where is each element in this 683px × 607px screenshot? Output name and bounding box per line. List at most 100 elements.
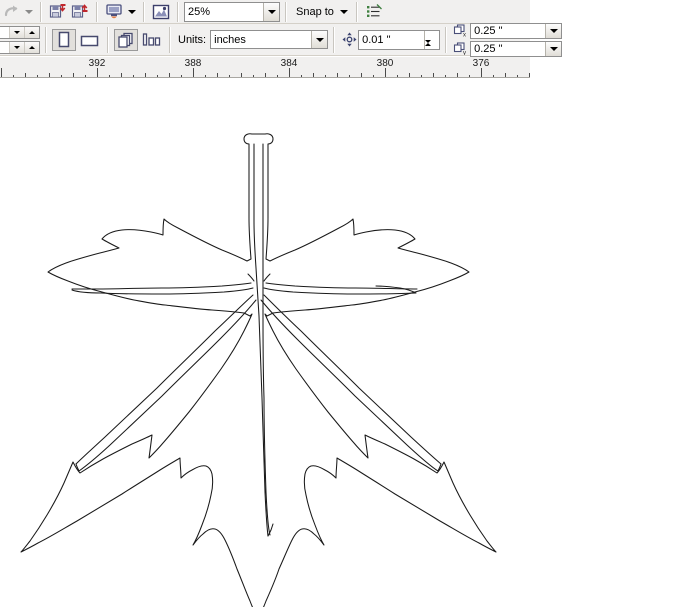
duplicate-distance-x-icon: x	[452, 24, 467, 37]
maple-leaf-outline[interactable]	[0, 78, 683, 607]
leaf-center-node-right	[263, 273, 271, 282]
svg-text:x: x	[463, 33, 466, 38]
portrait-orientation-icon[interactable]	[52, 28, 76, 51]
leaf-vein-lower-left-a	[75, 294, 254, 465]
units-label: Units:	[178, 33, 207, 46]
publish-dropdown-button[interactable]	[125, 2, 138, 22]
ruler-minor-tick	[277, 75, 278, 77]
nudge-distance-spinner[interactable]: 0.01 "	[358, 29, 441, 55]
ruler-label: 376	[472, 58, 490, 69]
chevron-down-icon	[549, 28, 558, 33]
ruler-minor-tick	[493, 75, 494, 77]
ruler-minor-tick	[229, 75, 230, 77]
ruler-minor-tick	[85, 75, 86, 77]
export-icon[interactable]	[69, 2, 91, 22]
units-combo[interactable]: inches	[210, 30, 329, 49]
ruler-label: 380	[376, 58, 394, 69]
toolbar-separator	[107, 26, 109, 53]
chevron-down-icon	[549, 46, 558, 51]
ruler-minor-tick	[517, 75, 518, 77]
chevron-down-icon	[127, 9, 136, 14]
options-list-icon[interactable]	[363, 2, 385, 22]
ruler-minor-tick	[121, 73, 122, 77]
ruler-label: 384	[280, 58, 298, 69]
ruler-minor-tick	[457, 73, 458, 77]
chevron-down-icon	[425, 39, 432, 55]
ruler-minor-tick	[529, 73, 530, 77]
ruler-minor-tick	[109, 75, 110, 77]
ruler-minor-tick	[325, 75, 326, 77]
toolbar-chrome: 25% Snap to Units: inches 0.01 " x 0.25 …	[0, 0, 563, 57]
units-value: inches	[214, 33, 246, 46]
duplicate-y-dropdown-button[interactable]	[545, 41, 562, 56]
nudge-offset-icon	[340, 30, 358, 50]
ruler-minor-tick	[61, 75, 62, 77]
page-size-spinners	[0, 24, 40, 56]
zoom-level-combo[interactable]: 25%	[184, 1, 280, 22]
import-icon[interactable]	[47, 2, 69, 22]
ruler-minor-tick	[337, 73, 338, 77]
ruler-major-tick	[385, 68, 386, 77]
nudge-spin-buttons[interactable]	[424, 30, 439, 55]
chevron-up-icon	[29, 30, 35, 34]
nudge-down-button[interactable]	[425, 39, 439, 55]
ruler-minor-tick	[409, 73, 410, 77]
horizontal-ruler[interactable]: 392 388 384 380 376	[0, 57, 530, 78]
page-height-up-button[interactable]	[24, 41, 39, 53]
ruler-minor-tick	[157, 75, 158, 77]
redo-arrow-icon[interactable]	[0, 2, 22, 22]
nudge-distance-value: 0.01 "	[362, 33, 391, 46]
drawing-canvas[interactable]	[0, 78, 683, 607]
leaf-center-node-left	[247, 273, 255, 282]
page-width-spinner[interactable]	[0, 25, 40, 39]
ruler-minor-tick	[397, 75, 398, 77]
page-height-spinner[interactable]	[0, 40, 40, 54]
toolbar-separator	[143, 1, 145, 22]
ruler-minor-tick	[145, 73, 146, 77]
duplicate-distance-y-combo[interactable]: 0.25 "	[470, 40, 563, 57]
leaf-vein-lower-right-b	[260, 299, 442, 472]
redo-dropdown-button[interactable]	[22, 2, 35, 22]
ruler-minor-tick	[253, 75, 254, 77]
toolbar-separator	[333, 26, 336, 53]
page-width-down-button[interactable]	[9, 26, 24, 38]
publish-to-pdf-icon[interactable]	[103, 2, 125, 22]
current-page-only-icon[interactable]	[138, 29, 164, 51]
page-width-up-button[interactable]	[24, 26, 39, 38]
chevron-down-icon	[340, 9, 349, 14]
ruler-minor-tick	[73, 73, 74, 77]
ruler-minor-tick	[313, 73, 314, 77]
zoom-level-value: 25%	[188, 5, 211, 18]
application-launcher-icon[interactable]	[150, 2, 172, 22]
toolbar-separator	[40, 1, 42, 22]
toolbar-separator	[445, 26, 448, 53]
leaf-vein-lower-right-a	[263, 294, 442, 465]
ruler-minor-tick	[361, 73, 362, 77]
duplicate-distance-y-icon: y	[452, 42, 467, 55]
toolbar-separator	[45, 26, 47, 53]
ruler-minor-tick	[241, 73, 242, 77]
property-bar: Units: inches 0.01 " x 0.25 " y 0.25 "	[0, 22, 563, 57]
zoom-dropdown-button[interactable]	[263, 2, 279, 21]
landscape-orientation-icon[interactable]	[76, 29, 102, 51]
leaf-vein-lower-left-b	[75, 299, 257, 472]
leaf-vein-right-upper-a	[265, 282, 418, 290]
duplicate-distance-x-value: 0.25 "	[474, 24, 503, 37]
toolbar-separator	[96, 1, 98, 22]
ruler-minor-tick	[421, 75, 422, 77]
units-dropdown-button[interactable]	[311, 31, 328, 48]
page-height-down-button[interactable]	[9, 41, 24, 53]
duplicate-x-dropdown-button[interactable]	[545, 23, 562, 38]
duplicate-distance-y-value: 0.25 "	[474, 42, 503, 55]
ruler-minor-tick	[373, 75, 374, 77]
ruler-minor-tick	[205, 75, 206, 77]
leaf-outer-contour	[20, 133, 497, 607]
chevron-down-icon	[315, 37, 324, 42]
ruler-major-tick	[481, 68, 482, 77]
ruler-minor-tick	[265, 73, 266, 77]
duplicate-distance-x-combo[interactable]: 0.25 "	[470, 22, 563, 39]
all-pages-icon[interactable]	[114, 28, 138, 51]
leaf-vein-right-upper-b	[263, 285, 417, 295]
snap-to-dropdown-button[interactable]	[338, 2, 351, 22]
ruler-minor-tick	[217, 73, 218, 77]
